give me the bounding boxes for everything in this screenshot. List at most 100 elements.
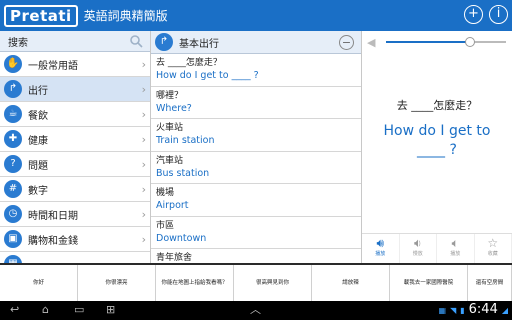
clock-time: 6:44 [468, 302, 498, 317]
quick-phrase[interactable]: 很高興見到你 [234, 265, 312, 301]
app-logo: Pretati [4, 4, 78, 27]
status-area: ▦ ◥ ▮ 6:44 ◢ [439, 302, 508, 318]
list-item[interactable]: 市區 Downtown [151, 217, 361, 249]
phrase-list-title: 基本出行 [179, 38, 219, 50]
hand-icon: ✋ [4, 55, 22, 73]
battery-icon: ▮ [460, 305, 465, 315]
star-icon: ☆ [487, 236, 499, 250]
search-bar[interactable]: 搜索 [0, 31, 150, 52]
list-item[interactable]: 汽車站 Bus station [151, 152, 361, 184]
chevron-right-icon: › [141, 83, 146, 96]
info-icon[interactable]: i [489, 5, 508, 24]
back-icon[interactable]: ↩ [10, 303, 19, 317]
quick-phrase[interactable]: 你能在地圖上指給我看嗎？ [156, 265, 234, 301]
phrase-chinese: 汽車站 [156, 155, 184, 166]
signal-icon: ◢ [501, 305, 508, 315]
list-item[interactable]: 哪裡？ Where? [151, 87, 361, 119]
sidebar-item-label: 時間和日期 [28, 210, 78, 222]
sidebar-item-partial[interactable]: ▦ [0, 252, 150, 263]
list-item[interactable]: 青年旅舍 [151, 249, 361, 263]
chevron-right-icon: › [141, 108, 146, 121]
slow-play-button[interactable]: 🔉︎ 慢放 [400, 234, 437, 263]
quick-phrase[interactable]: 你好 [0, 265, 78, 301]
playback-slider[interactable] [386, 37, 506, 47]
collapse-icon[interactable]: − [339, 35, 354, 50]
phrase-chinese: 青年旅舍 [156, 253, 193, 263]
quick-phrase[interactable]: 你很漂亮 [78, 265, 156, 301]
list-item[interactable]: 去 ____怎麼走？ How do I get to ____ ? [151, 54, 361, 87]
tool-label: 播放 [375, 251, 386, 257]
header-actions: + i [464, 5, 508, 24]
sidebar-item-questions[interactable]: ? 問題 › [0, 152, 150, 177]
quick-phrase[interactable]: 請放辣 [312, 265, 390, 301]
detail-toolbar: 🔊︎ 播放 🔉︎ 慢放 🔈︎ 播放 ☆ 收藏 [362, 233, 512, 263]
sidebar-item-travel[interactable]: ↱ 出行 › [0, 77, 150, 102]
search-label: 搜索 [8, 37, 28, 49]
slow-speaker-icon: 🔉︎ [413, 236, 422, 250]
chevron-right-icon: › [141, 133, 146, 146]
app-title: 英語詞典精簡版 [83, 9, 168, 23]
chevron-right-icon: › [141, 158, 146, 171]
favorite-button[interactable]: ☆ 收藏 [475, 234, 512, 263]
sidebar-item-label: 健康 [28, 135, 48, 147]
app-header: Pretati 英語詞典精簡版 + i [0, 0, 512, 31]
chevron-right-icon: › [141, 233, 146, 246]
speaker-icon: 🔊︎ [376, 236, 385, 250]
phrase-english: Bus station [156, 167, 210, 179]
list-item[interactable]: 機場 Airport [151, 184, 361, 217]
home-icon[interactable]: ⌂ [42, 303, 49, 317]
tool-label: 收藏 [487, 251, 498, 257]
phrase-chinese: 火車站 [156, 123, 184, 133]
chevron-up-icon[interactable]: ︿ [250, 303, 261, 317]
sidebar-item-label: 出行 [28, 85, 48, 97]
phrase-list: ↱ 基本出行 − 去 ____怎麼走？ How do I get to ____… [151, 31, 362, 263]
shopping-icon: ▣ [4, 230, 22, 248]
calendar-icon: ▦ [4, 255, 22, 263]
screenshot-icon[interactable]: ⊞ [106, 303, 115, 317]
sidebar-item-label: 一般常用語 [28, 60, 78, 72]
sidebar-item-shopping[interactable]: ▣ 購物和金錢 › [0, 227, 150, 252]
sidebar-item-general[interactable]: ✋ 一般常用語 › [0, 52, 150, 77]
chevron-right-icon: › [141, 208, 146, 221]
detail-english: How do I get to ____ ? [383, 123, 491, 158]
detail-chinese: 去 ____怎麼走？ [396, 99, 478, 112]
sidebar-item-label: 餐飲 [28, 110, 48, 122]
add-icon[interactable]: + [464, 5, 483, 24]
slider-handle[interactable] [465, 37, 475, 47]
quick-phrase[interactable]: 載我去一家國際醫院 [390, 265, 468, 301]
playback-progress [386, 41, 470, 43]
sidebar-item-time-date[interactable]: ◷ 時間和日期 › [0, 202, 150, 227]
phrase-detail: ◀ 去 ____怎麼走？ How do I get to ____ ? 🔊︎ 播… [362, 31, 512, 263]
category-sidebar: 搜索 ✋ 一般常用語 › ↱ 出行 › ☕ 餐飲 › ✚ 健康 › ? 問題 ›… [0, 31, 151, 263]
direction-icon: ↱ [4, 80, 22, 98]
list-item[interactable]: 火車站 Train station [151, 119, 361, 152]
sidebar-item-label: 購物和金錢 [28, 235, 78, 247]
health-icon: ✚ [4, 130, 22, 148]
sidebar-item-health[interactable]: ✚ 健康 › [0, 127, 150, 152]
sidebar-item-label: 數字 [28, 185, 48, 197]
numbers-icon: # [4, 180, 22, 198]
phrase-chinese: 市區 [156, 220, 175, 231]
phrase-chinese: 哪裡？ [156, 90, 184, 101]
play-button-2[interactable]: 🔈︎ 播放 [437, 234, 475, 263]
system-nav-bar: ↩ ⌂ ▭ ⊞ ︿ ▦ ◥ ▮ 6:44 ◢ [0, 301, 512, 320]
phrase-english: How do I get to ____ ? [156, 70, 259, 81]
wifi-icon: ◥ [450, 305, 457, 315]
recent-apps-icon[interactable]: ▭ [74, 303, 84, 317]
search-icon[interactable] [129, 34, 143, 48]
chevron-right-icon: › [141, 58, 146, 71]
sidebar-item-numbers[interactable]: # 數字 › [0, 177, 150, 202]
quick-phrase-bar: 你好 你很漂亮 你能在地圖上指給我看嗎？ 很高興見到你 請放辣 載我去一家國際醫… [0, 263, 512, 301]
phrase-english: Where? [156, 102, 192, 114]
speaker-icon: 🔈︎ [451, 236, 459, 250]
quick-phrase[interactable]: 還有空房間 [468, 265, 512, 301]
notification-icon: ▦ [438, 305, 447, 315]
play-button[interactable]: 🔊︎ 播放 [362, 234, 400, 263]
volume-icon: ◀ [367, 36, 376, 49]
sidebar-item-dining[interactable]: ☕ 餐飲 › [0, 102, 150, 127]
sidebar-item-label: 問題 [28, 160, 48, 172]
tool-label: 慢放 [412, 251, 423, 257]
phrase-chinese: 去 ____怎麼走？ [156, 58, 222, 68]
question-icon: ? [4, 155, 22, 173]
phrase-english: Downtown [156, 232, 207, 244]
